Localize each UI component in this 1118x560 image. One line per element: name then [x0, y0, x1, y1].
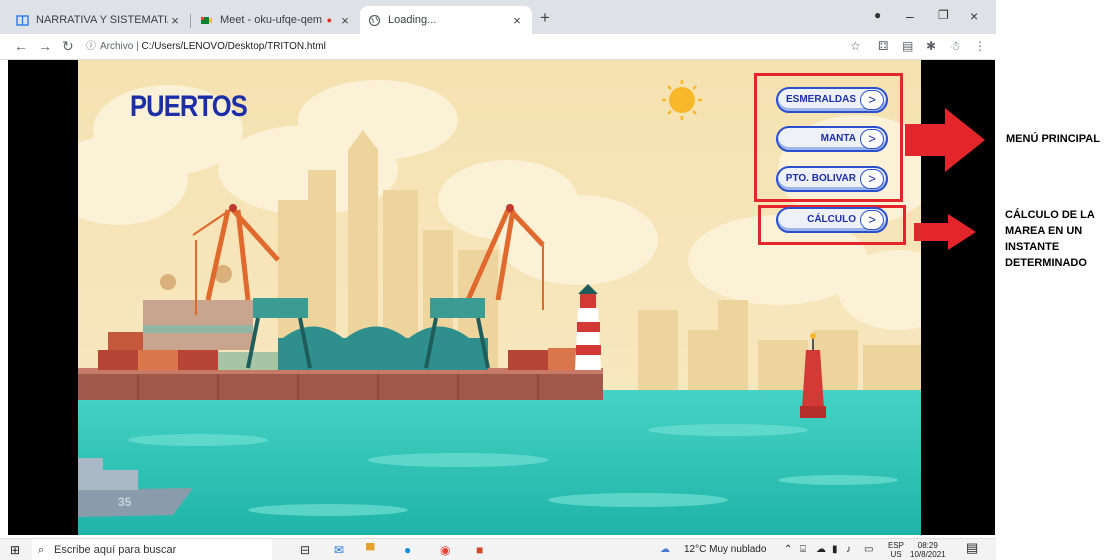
search-placeholder: Escribe aquí para buscar [54, 544, 177, 556]
restore-icon[interactable]: ❐ [938, 8, 949, 22]
windows-taskbar: ⊞ ⌕ Escribe aquí para buscar ⊟ ✉ ▀ ● ◉ ■… [0, 538, 996, 560]
menu-principal-note: MENÚ PRINCIPAL [1006, 133, 1100, 145]
weather-text[interactable]: 12°C Muy nublado [684, 544, 766, 556]
chevron-up-icon[interactable]: ⌃ [784, 544, 792, 556]
volume-icon[interactable]: ♪ [846, 544, 851, 556]
chevron-right-icon: > [860, 90, 884, 110]
button-label: PTO. BOLIVAR [785, 173, 856, 184]
calculo-arrow-icon [914, 214, 976, 250]
browser-tab-strip: NARRATIVA Y SISTEMATIZACIÓN × Meet - oku… [0, 0, 996, 34]
screenshot: NARRATIVA Y SISTEMATIZACIÓN × Meet - oku… [0, 0, 1118, 560]
edge-icon[interactable]: ● [404, 542, 411, 558]
chrome-icon[interactable]: ◉ [440, 542, 450, 558]
new-tab-button[interactable]: + [540, 9, 550, 26]
page-viewport: 35 PUERTOS ESMERALDAS > MANTA > PTO. BOL… [8, 60, 995, 535]
menu-icon[interactable]: ⋮ [974, 39, 986, 53]
calculo-note-line: MAREA EN UN [1005, 225, 1083, 237]
search-icon: ⌕ [38, 544, 45, 556]
manta-button[interactable]: MANTA > [776, 126, 888, 152]
button-label: CÁLCULO [807, 214, 856, 225]
clock-time: 08:29 [917, 541, 938, 550]
task-view-icon[interactable]: ⊟ [300, 542, 310, 558]
address-info-label: Archivo [100, 41, 134, 52]
chevron-right-icon: > [860, 169, 884, 189]
chevron-right-icon: > [860, 210, 884, 230]
mail-icon[interactable]: ✉ [334, 542, 344, 558]
button-label: MANTA [820, 133, 856, 144]
calculo-note-line: CÁLCULO DE LA [1005, 209, 1095, 221]
translate-icon[interactable]: ⚃ [878, 39, 888, 53]
file-explorer-icon[interactable]: ▀ [366, 542, 375, 558]
back-icon[interactable]: ← [14, 39, 28, 53]
notifications-icon[interactable]: ▤ [966, 541, 978, 554]
battery-icon[interactable]: ▭ [864, 544, 873, 556]
chevron-right-icon: > [860, 129, 884, 149]
globe-icon [368, 14, 381, 26]
address-bar[interactable]: ⓘ Archivo | C:/Users/LENOVO/Desktop/TRITO… [86, 38, 856, 56]
tab-meet[interactable]: Meet - oku-ufqe-qem ● × [192, 6, 360, 34]
mic-icon[interactable]: ▮ [832, 544, 838, 556]
taskbar-search[interactable]: ⌕ Escribe aquí para buscar [32, 539, 272, 560]
cloud-icon[interactable]: ☁ [816, 544, 826, 556]
calculo-note-line: DETERMINADO [1005, 257, 1087, 269]
address-url: C:/Users/LENOVO/Desktop/TRITON.html [141, 41, 326, 52]
avatar-icon[interactable]: ☃ [950, 39, 961, 53]
clock[interactable]: 08:29 10/8/2021 [910, 541, 946, 559]
calculo-button[interactable]: CÁLCULO > [776, 207, 888, 233]
minimize-icon[interactable]: – [906, 8, 914, 24]
button-label: ESMERALDAS [785, 94, 856, 105]
calculo-note: CÁLCULO DE LA MAREA EN UN INSTANTE DETER… [1005, 207, 1095, 271]
extensions-icon[interactable]: ✱ [926, 39, 936, 53]
calculo-note-line: INSTANTE [1005, 241, 1060, 253]
network-icon[interactable]: ⌸ [800, 544, 806, 556]
lang-top: ESP [888, 541, 905, 550]
page-title: PUERTOS [130, 90, 248, 123]
esmeraldas-button[interactable]: ESMERALDAS > [776, 87, 888, 113]
close-icon[interactable]: × [510, 13, 524, 28]
reader-icon[interactable]: ▤ [902, 39, 913, 53]
tab-title: Loading... [388, 14, 437, 26]
tab-separator [190, 14, 191, 28]
close-icon[interactable]: × [338, 13, 352, 28]
windows-start-icon[interactable]: ⊞ [10, 542, 20, 558]
window-close-icon[interactable]: × [970, 8, 978, 24]
clock-date: 10/8/2021 [910, 550, 946, 559]
recording-icon: ● [326, 15, 332, 25]
language-indicator[interactable]: ESP US [888, 541, 904, 559]
weather-icon: ☁ [660, 544, 670, 555]
profile-icon[interactable]: ● [874, 8, 881, 22]
game-scene: 35 PUERTOS ESMERALDAS > MANTA > PTO. BOL… [78, 60, 921, 535]
browser-toolbar: ← → ↻ ⓘ Archivo | C:/Users/LENOVO/Desktop… [0, 34, 996, 60]
info-icon[interactable]: ⓘ [86, 41, 96, 52]
ship-number: 35 [118, 495, 132, 509]
close-icon[interactable]: × [168, 13, 182, 28]
book-icon [16, 14, 29, 26]
tab-title: Meet - oku-ufqe-qem [220, 14, 323, 26]
reload-icon[interactable]: ↻ [62, 39, 74, 53]
powerpoint-icon[interactable]: ■ [476, 542, 483, 558]
pto-bolivar-button[interactable]: PTO. BOLIVAR > [776, 166, 888, 192]
menu-arrow-icon [905, 108, 985, 172]
tab-title: NARRATIVA Y SISTEMATIZACIÓN [36, 14, 168, 26]
tab-narrativa[interactable]: NARRATIVA Y SISTEMATIZACIÓN × [8, 6, 190, 34]
forward-icon[interactable]: → [38, 39, 52, 53]
lang-bottom: US [890, 550, 902, 559]
star-icon[interactable]: ☆ [850, 39, 861, 53]
tab-loading[interactable]: Loading... × [360, 6, 532, 34]
meet-icon [201, 16, 212, 24]
